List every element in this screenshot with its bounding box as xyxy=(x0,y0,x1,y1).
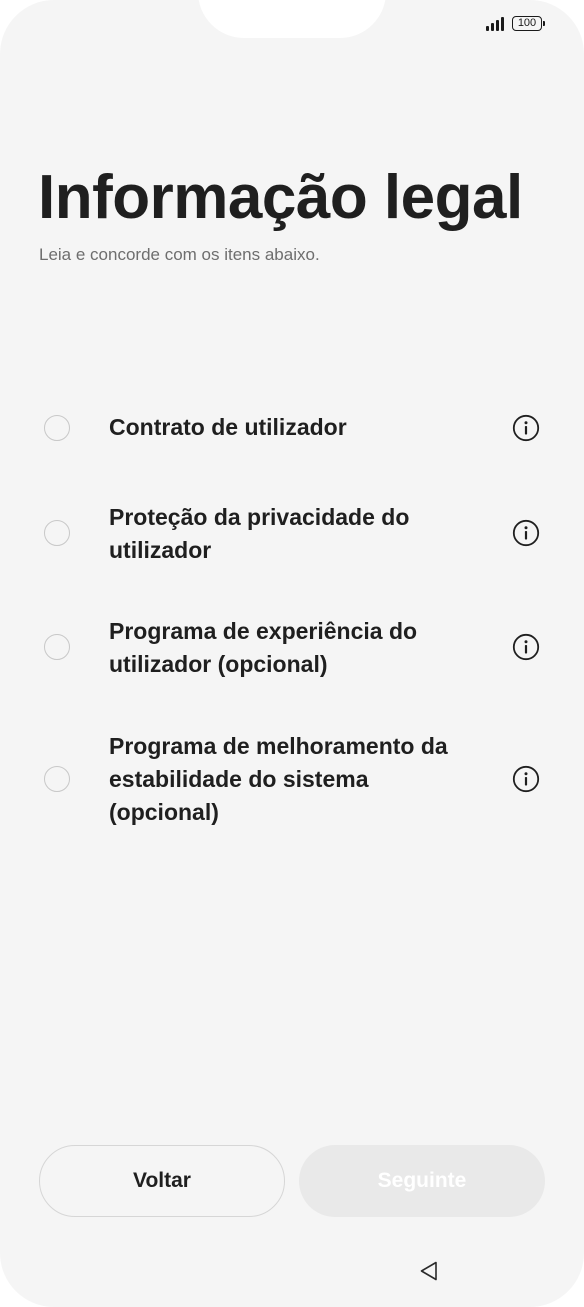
battery-icon: 100 xyxy=(512,16,545,31)
page-title: Informação legal xyxy=(38,163,523,232)
list-item-user-agreement[interactable]: Contrato de utilizador xyxy=(0,409,584,447)
item-label: Programa de melhoramento da estabilidade… xyxy=(109,733,448,825)
page-subtitle: Leia e concorde com os itens abaixo. xyxy=(39,245,320,264)
radio-button[interactable] xyxy=(44,766,70,792)
battery-level: 100 xyxy=(517,17,537,29)
list-item-stability-program[interactable]: Programa de melhoramento da estabilidade… xyxy=(0,729,584,829)
radio-button[interactable] xyxy=(44,520,70,546)
triangle-back-icon[interactable] xyxy=(417,1259,441,1283)
screen: 100 Informação legal Leia e concorde com… xyxy=(0,0,584,1307)
list-item-privacy-protection[interactable]: Proteção da privacidade do utilizador xyxy=(0,500,584,566)
info-icon[interactable] xyxy=(512,765,540,793)
info-icon[interactable] xyxy=(512,414,540,442)
notch-edge-right xyxy=(386,0,426,40)
list-item-experience-program[interactable]: Programa de experiência do utilizador (o… xyxy=(0,614,584,680)
info-icon[interactable] xyxy=(512,633,540,661)
signal-bars-icon xyxy=(486,16,504,31)
item-label: Contrato de utilizador xyxy=(109,414,347,440)
radio-button[interactable] xyxy=(44,415,70,441)
camera-notch xyxy=(198,0,386,38)
notch-edge-left xyxy=(158,0,198,40)
back-button[interactable]: Voltar xyxy=(39,1145,285,1217)
item-label: Programa de experiência do utilizador (o… xyxy=(109,618,418,677)
info-icon[interactable] xyxy=(512,519,540,547)
radio-button[interactable] xyxy=(44,634,70,660)
item-label: Proteção da privacidade do utilizador xyxy=(109,504,410,563)
status-bar: 100 xyxy=(486,16,545,31)
next-button[interactable]: Seguinte xyxy=(299,1145,545,1217)
